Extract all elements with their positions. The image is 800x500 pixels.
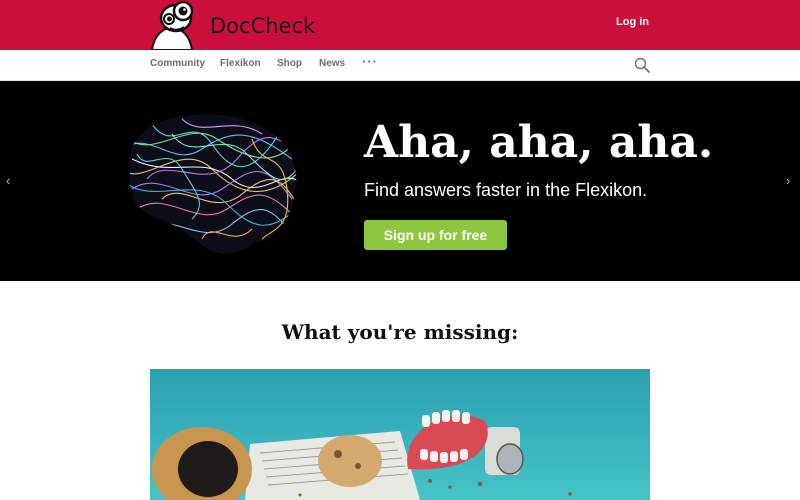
login-link[interactable]: Log in bbox=[616, 16, 649, 28]
brand-name: DocCheck bbox=[210, 13, 316, 38]
carousel-prev-button[interactable]: ‹ bbox=[6, 173, 10, 188]
hero-banner: ‹ Aha, aha, aha. Find answers faster in … bbox=[0, 81, 800, 281]
nav-item-news[interactable]: News bbox=[319, 58, 345, 69]
brand-logo[interactable]: DocCheck bbox=[150, 0, 315, 50]
nav-item-shop[interactable]: Shop bbox=[277, 58, 302, 69]
section-heading: What you're missing: bbox=[281, 320, 519, 344]
search-icon[interactable] bbox=[634, 57, 650, 73]
nav-item-flexikon[interactable]: Flexikon bbox=[220, 58, 261, 69]
hero-subtitle: Find answers faster in the Flexikon. bbox=[364, 180, 648, 200]
top-header: DocCheck Log in bbox=[0, 0, 800, 50]
brain-illustration bbox=[128, 114, 297, 254]
nav-item-community[interactable]: Community bbox=[150, 58, 205, 69]
doccheck-mascot-icon bbox=[150, 0, 194, 50]
carousel-next-button[interactable]: › bbox=[786, 173, 790, 188]
hero-title: Aha, aha, aha. bbox=[364, 117, 714, 168]
feature-image[interactable] bbox=[150, 369, 650, 500]
sign-up-button[interactable]: Sign up for free bbox=[364, 220, 507, 250]
more-menu-icon[interactable]: ··· bbox=[362, 54, 378, 69]
dentures-cookies-photo bbox=[150, 369, 650, 500]
main-nav: Community Flexikon Shop News ··· bbox=[0, 50, 800, 81]
